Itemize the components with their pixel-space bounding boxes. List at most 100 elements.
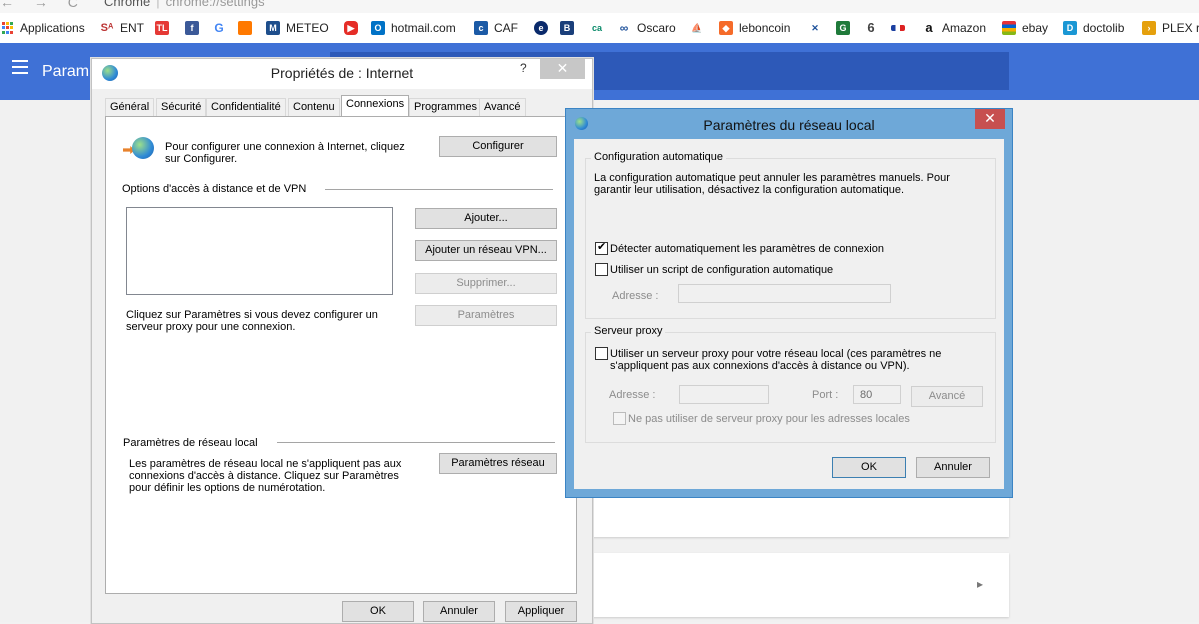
flag-icon: [891, 25, 905, 31]
bookmark-google[interactable]: G: [212, 13, 232, 43]
tab-privacy[interactable]: Confidentialité: [206, 98, 286, 116]
bookmark-orange[interactable]: [238, 13, 258, 43]
lan-settings-button[interactable]: Paramètres réseau: [439, 453, 557, 474]
advanced-button[interactable]: Avancé: [911, 386, 983, 407]
divider: [277, 442, 555, 443]
chevron-right-icon: ▸: [976, 577, 983, 591]
bookmark-facebook[interactable]: f: [185, 13, 205, 43]
ok-button[interactable]: OK: [342, 601, 414, 622]
bookmark-hotmail[interactable]: Ohotmail.com: [371, 13, 456, 43]
use-proxy-label[interactable]: Utiliser un serveur proxy pour votre rés…: [610, 348, 970, 372]
configure-button[interactable]: Configurer: [439, 136, 557, 157]
tab-advanced[interactable]: Avancé: [479, 98, 526, 116]
bookmark-ent[interactable]: Sᴬ ENT: [100, 13, 144, 43]
ok-button[interactable]: OK: [832, 457, 906, 478]
bookmark-doctolib[interactable]: Ddoctolib: [1063, 13, 1124, 43]
proxy-server-group: Serveur proxy Utiliser un serveur proxy …: [585, 325, 996, 443]
apply-button[interactable]: Appliquer: [505, 601, 577, 622]
meteo-icon: M: [266, 21, 280, 35]
help-button[interactable]: ?: [520, 61, 527, 75]
tab-content[interactable]: Contenu: [288, 98, 340, 116]
hamburger-menu-icon[interactable]: [12, 60, 28, 78]
tab-security[interactable]: Sécurité: [156, 98, 207, 116]
apps-grid-icon: [2, 22, 14, 34]
url-text: chrome://settings: [165, 0, 265, 9]
bookmark-oscaro[interactable]: ∞ Oscaro: [617, 13, 676, 43]
settings-title: Param: [42, 63, 90, 80]
bookmark-leboncoin[interactable]: ◆ leboncoin: [719, 13, 790, 43]
lan-section-label: Paramètres de réseau local: [123, 437, 258, 449]
amazon-icon: a: [925, 20, 933, 35]
credit-agricole-icon: ca: [591, 23, 602, 33]
lan-dialog-title: Paramètres du réseau local: [703, 117, 875, 133]
connections-panel: Pour configurer une connexion à Internet…: [105, 116, 577, 594]
proxy-hint-text: Cliquez sur Paramètres si vous devez con…: [126, 309, 378, 333]
port-input[interactable]: 80: [853, 385, 901, 404]
bypass-local-checkbox[interactable]: [613, 412, 626, 425]
bookmark-meteo[interactable]: M METEO: [266, 13, 329, 43]
checkmark-icon: ✔: [597, 241, 607, 253]
bookmark-six[interactable]: 6: [864, 13, 884, 43]
dialog-title: Propriétés de : Internet: [270, 65, 414, 81]
bookmark-tl[interactable]: TL: [155, 13, 175, 43]
back-forward-reload-icons[interactable]: ← → C: [0, 0, 86, 10]
leboncoin-icon: ◆: [719, 21, 733, 35]
bank-icon: B: [560, 21, 574, 35]
tab-programs[interactable]: Programmes: [409, 98, 482, 116]
remove-button[interactable]: Supprimer...: [415, 273, 557, 294]
proxy-address-input[interactable]: [679, 385, 769, 404]
auto-script-checkbox[interactable]: [595, 263, 608, 276]
lan-text: Les paramètres de réseau local ne s'appl…: [129, 458, 402, 494]
bookmark-caf[interactable]: c CAF: [474, 13, 518, 43]
bookmark-plex[interactable]: › PLEX r: [1142, 13, 1199, 43]
auto-detect-label[interactable]: Détecter automatiquement les paramètres …: [610, 243, 884, 255]
settings-button[interactable]: Paramètres: [415, 305, 557, 326]
internet-properties-dialog: Propriétés de : Internet ? ✕ Général Séc…: [91, 58, 593, 624]
lan-settings-dialog: Paramètres du réseau local ✕ Configurati…: [565, 108, 1013, 498]
bookmark-globe[interactable]: e: [534, 13, 554, 43]
globe-e-icon: e: [534, 21, 548, 35]
bookmark-ebay[interactable]: ebay: [1002, 13, 1048, 43]
settings-card: [591, 495, 1009, 537]
doctolib-icon: D: [1063, 21, 1077, 35]
use-proxy-checkbox[interactable]: [595, 347, 608, 360]
ent-icon: Sᴬ: [100, 22, 114, 34]
bookmark-cross[interactable]: ✕: [808, 13, 828, 43]
bookmark-g-green[interactable]: G: [836, 13, 856, 43]
port-label: Port :: [812, 389, 839, 401]
g-green-icon: G: [836, 21, 850, 35]
tab-general[interactable]: Général: [105, 98, 155, 116]
auto-config-description: La configuration automatique peut annule…: [594, 172, 950, 196]
bypass-local-label[interactable]: Ne pas utiliser de serveur proxy pour le…: [628, 413, 910, 425]
bookmark-applications[interactable]: Applications: [2, 13, 85, 43]
bookmark-bank[interactable]: B: [560, 13, 580, 43]
add-vpn-button[interactable]: Ajouter un réseau VPN...: [415, 240, 557, 261]
close-button[interactable]: ✕: [540, 59, 585, 79]
six-icon: 6: [867, 20, 875, 35]
bookmark-amazon[interactable]: a Amazon: [922, 13, 986, 43]
bookmark-ship[interactable]: ⛵: [690, 13, 710, 43]
proxy-address-label: Adresse :: [609, 389, 656, 401]
omnibox[interactable]: Chrome | chrome://settings: [104, 0, 265, 9]
bookmark-youtube[interactable]: ▶: [344, 13, 364, 43]
proxy-server-legend: Serveur proxy: [591, 325, 666, 337]
dialog-title-bar[interactable]: Propriétés de : Internet ? ✕: [92, 59, 592, 89]
script-address-label: Adresse :: [612, 290, 659, 302]
setup-text: Pour configurer une connexion à Internet…: [165, 141, 405, 165]
settings-card-advanced[interactable]: ▸: [591, 553, 1009, 617]
tab-connections[interactable]: Connexions: [341, 95, 410, 116]
close-button[interactable]: ✕: [975, 109, 1005, 129]
bookmark-credit-agricole[interactable]: ca: [590, 13, 610, 43]
auto-script-label[interactable]: Utiliser un script de configuration auto…: [610, 264, 833, 276]
caf-icon: c: [474, 21, 488, 35]
tl-icon: TL: [155, 21, 169, 35]
outlook-icon: O: [371, 21, 385, 35]
bookmark-flag[interactable]: [891, 13, 911, 43]
cancel-button[interactable]: Annuler: [423, 601, 495, 622]
add-button[interactable]: Ajouter...: [415, 208, 557, 229]
auto-detect-checkbox[interactable]: ✔: [595, 241, 608, 255]
connections-list[interactable]: [126, 207, 393, 295]
cancel-button[interactable]: Annuler: [916, 457, 990, 478]
address-bar: ← → C Chrome | chrome://settings: [0, 0, 1199, 13]
script-address-input[interactable]: [678, 284, 891, 303]
